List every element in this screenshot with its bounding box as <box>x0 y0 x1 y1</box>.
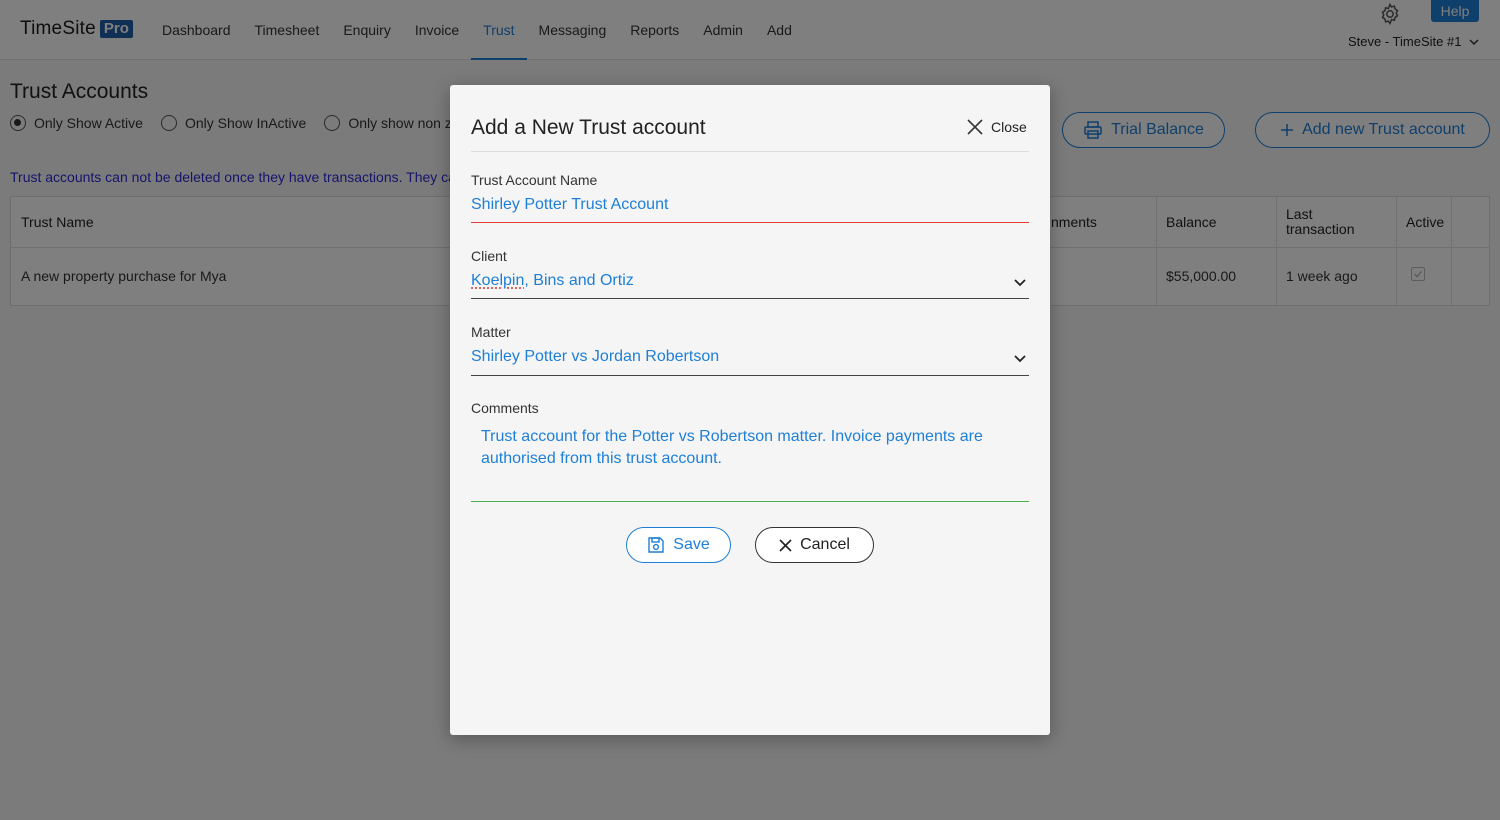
dialog-title: Add a New Trust account <box>471 116 706 139</box>
close-icon <box>779 538 792 552</box>
chevron-down-icon[interactable] <box>1012 350 1028 366</box>
add-trust-account-dialog: Add a New Trust account Close Trust Acco… <box>450 85 1050 735</box>
account-name-label: Trust Account Name <box>471 172 598 188</box>
close-button[interactable]: Close <box>967 119 1027 135</box>
client-select[interactable]: Koelpin, Bins and Ortiz <box>471 272 1029 290</box>
cancel-button[interactable]: Cancel <box>755 527 874 563</box>
save-icon <box>648 537 664 553</box>
close-label: Close <box>991 119 1027 135</box>
comments-label: Comments <box>471 400 539 416</box>
client-value-rest: , Bins and Ortiz <box>524 272 634 289</box>
matter-select[interactable]: Shirley Potter vs Jordan Robertson <box>471 348 1029 366</box>
close-icon <box>967 119 983 135</box>
comments-textarea[interactable]: Trust account for the Potter vs Robertso… <box>481 426 1011 470</box>
client-underline <box>471 298 1029 299</box>
dialog-divider <box>471 151 1029 152</box>
matter-underline <box>471 375 1029 376</box>
matter-label: Matter <box>471 324 511 340</box>
client-value-name: Koelpin <box>471 272 525 289</box>
chevron-down-icon[interactable] <box>1012 274 1028 290</box>
save-label: Save <box>673 536 710 553</box>
save-button[interactable]: Save <box>626 527 731 563</box>
comments-underline <box>471 501 1029 502</box>
client-label: Client <box>471 248 507 264</box>
cancel-label: Cancel <box>800 536 850 553</box>
account-name-input[interactable]: Shirley Potter Trust Account <box>471 196 1029 214</box>
account-name-underline <box>471 222 1029 223</box>
